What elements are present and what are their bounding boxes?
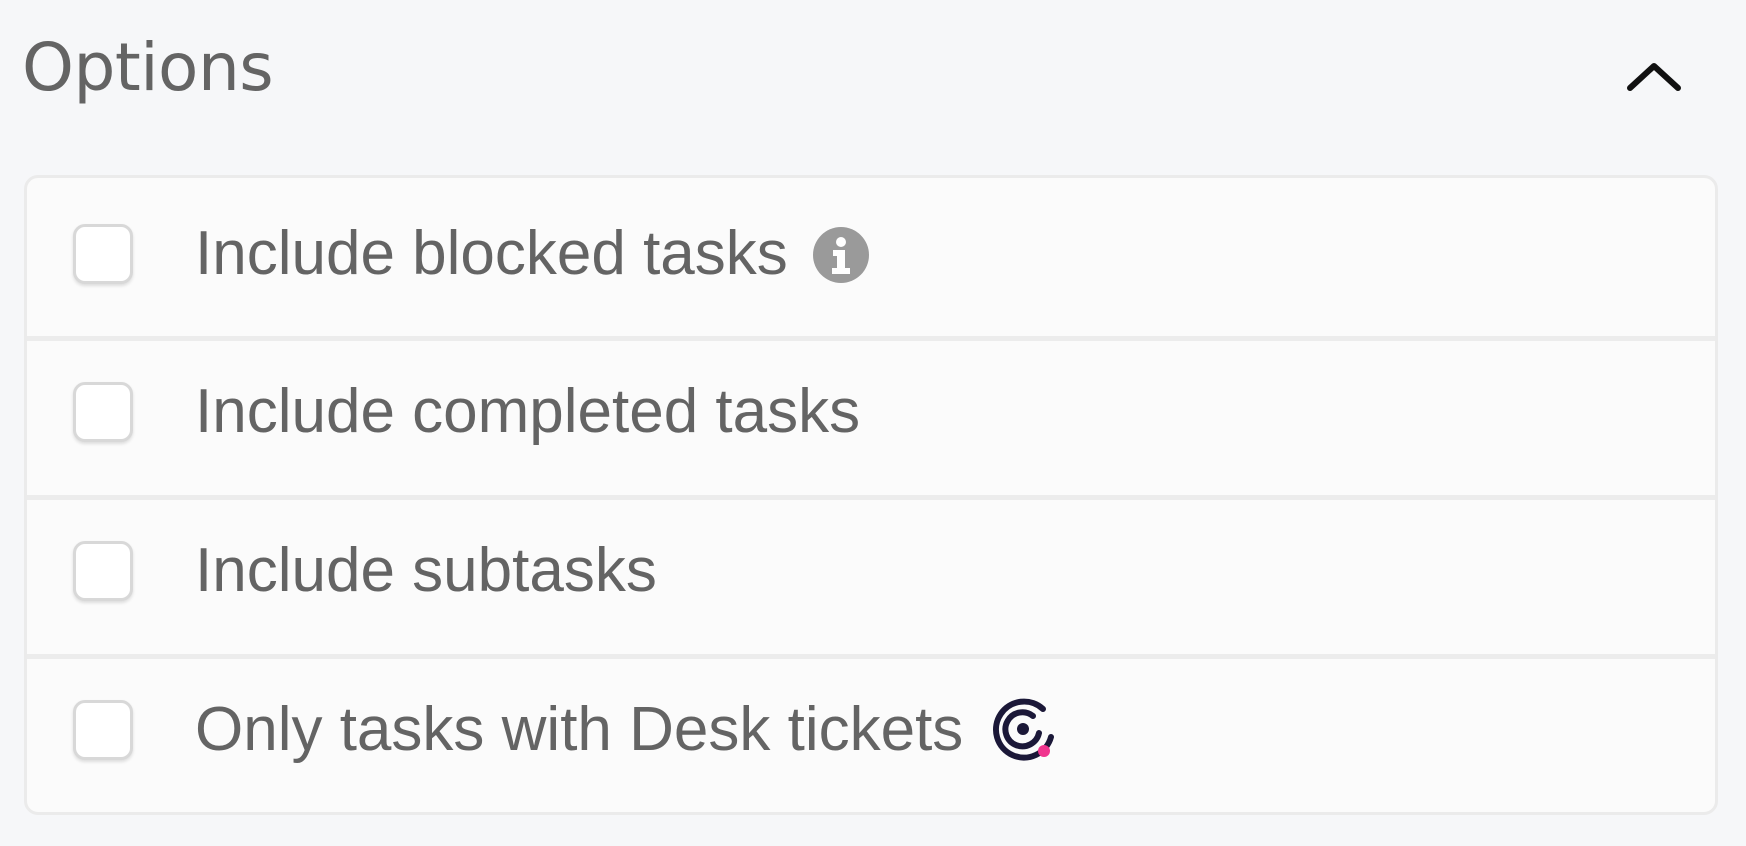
include-subtasks-checkbox[interactable] [73, 541, 133, 601]
option-label: Include completed tasks [195, 377, 861, 446]
option-label-wrap: Only tasks with Desk tickets [195, 690, 1057, 770]
desk-tickets-checkbox[interactable] [73, 700, 133, 760]
option-row-include-blocked[interactable]: Include blocked tasks [27, 178, 1715, 336]
option-label: Include blocked tasks [195, 219, 788, 288]
options-panel: Include blocked tasks Include completed … [24, 175, 1718, 815]
chevron-up-icon [1627, 63, 1681, 91]
options-header: Options [0, 0, 1746, 150]
desk-logo-icon [993, 698, 1055, 761]
collapse-button[interactable] [1618, 40, 1690, 112]
option-row-include-subtasks[interactable]: Include subtasks [27, 495, 1715, 659]
include-completed-checkbox[interactable] [73, 382, 133, 442]
option-label: Only tasks with Desk tickets [195, 695, 964, 764]
option-label: Include subtasks [195, 536, 657, 605]
option-label-wrap: Include completed tasks [195, 372, 860, 452]
option-row-desk-tickets[interactable]: Only tasks with Desk tickets [27, 654, 1715, 812]
option-label-wrap: Include blocked tasks [195, 214, 870, 294]
option-label-wrap: Include subtasks [195, 531, 657, 611]
info-icon[interactable] [812, 226, 870, 284]
section-title: Options [22, 29, 274, 106]
include-blocked-checkbox[interactable] [73, 224, 133, 284]
option-row-include-completed[interactable]: Include completed tasks [27, 336, 1715, 500]
